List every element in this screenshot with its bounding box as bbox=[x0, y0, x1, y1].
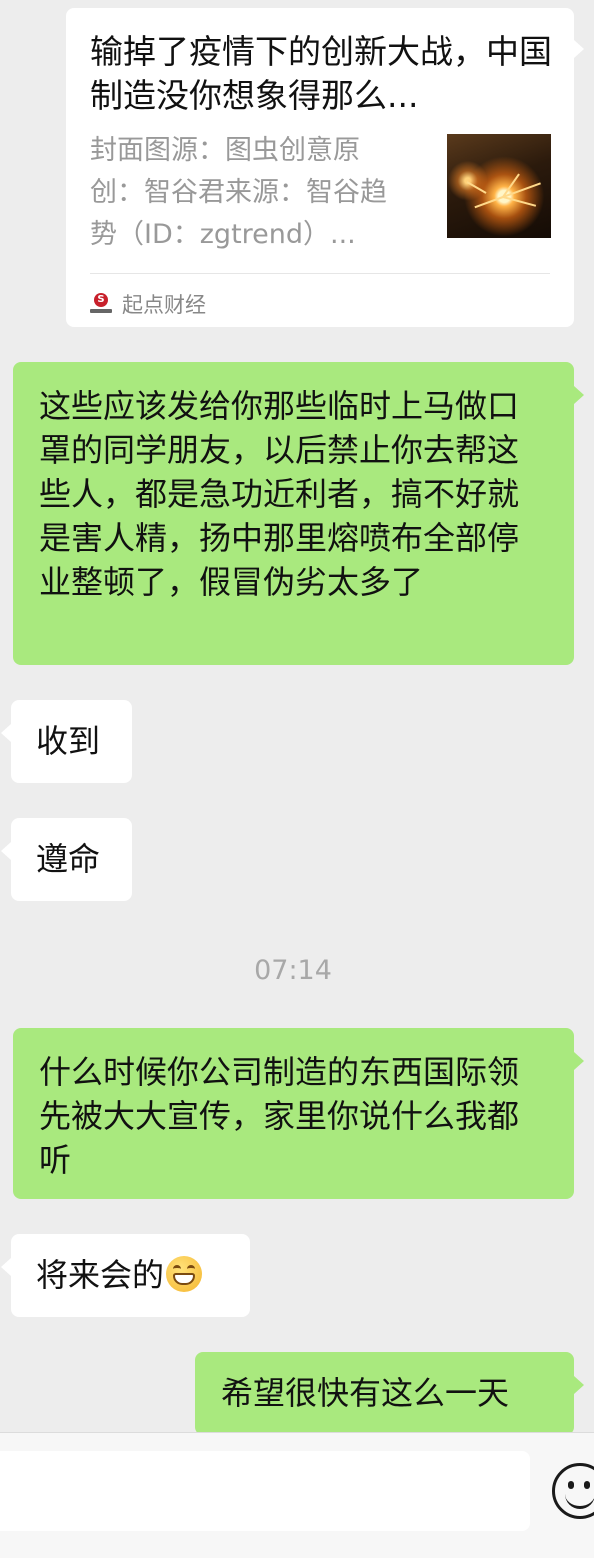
message-bubble-outgoing[interactable]: 这些应该发给你那些临时上马做口罩的同学朋友，以后禁止你去帮这些人，都是急功近利者… bbox=[13, 362, 584, 665]
message-bubble-incoming[interactable]: 收到 bbox=[1, 700, 132, 783]
message-timestamp: 07:14 bbox=[254, 955, 332, 986]
chat-area: 输掉了疫情下的创新大战，中国制造没你想象得那么... 封面图源：图虫创意原创：智… bbox=[0, 0, 594, 1432]
message-text: 遵命 bbox=[36, 840, 101, 878]
message-input[interactable] bbox=[0, 1451, 530, 1531]
card-divider bbox=[90, 273, 550, 274]
message-text: 将来会的 bbox=[36, 1256, 165, 1294]
smiley-face-icon[interactable] bbox=[552, 1463, 594, 1519]
input-bar bbox=[0, 1432, 594, 1558]
article-title: 输掉了疫情下的创新大战，中国制造没你想象得那么... bbox=[90, 32, 552, 115]
source-logo-icon: S bbox=[90, 293, 112, 315]
message-text: 这些应该发给你那些临时上马做口罩的同学朋友，以后禁止你去帮这些人，都是急功近利者… bbox=[39, 387, 520, 601]
article-source: S 起点财经 bbox=[90, 284, 206, 324]
grinning-face-emoji bbox=[166, 1256, 203, 1292]
message-text: 希望很快有这么一天 bbox=[221, 1374, 510, 1412]
message-bubble-outgoing[interactable]: 什么时候你公司制造的东西国际领先被大大宣传，家里你说什么我都听 bbox=[13, 1028, 584, 1199]
article-thumbnail bbox=[447, 134, 551, 238]
message-text: 收到 bbox=[36, 722, 101, 760]
source-name: 起点财经 bbox=[122, 293, 206, 317]
message-bubble-incoming[interactable]: 将来会的 bbox=[1, 1234, 250, 1317]
message-bubble-outgoing[interactable]: 希望很快有这么一天 bbox=[195, 1352, 584, 1432]
shared-article-card[interactable]: 输掉了疫情下的创新大战，中国制造没你想象得那么... 封面图源：图虫创意原创：智… bbox=[66, 8, 584, 327]
message-text: 什么时候你公司制造的东西国际领先被大大宣传，家里你说什么我都听 bbox=[39, 1053, 520, 1179]
article-description: 封面图源：图虫创意原创：智谷君来源：智谷趋势（ID：zgtrend）... bbox=[90, 135, 387, 250]
message-bubble-incoming[interactable]: 遵命 bbox=[1, 818, 132, 901]
